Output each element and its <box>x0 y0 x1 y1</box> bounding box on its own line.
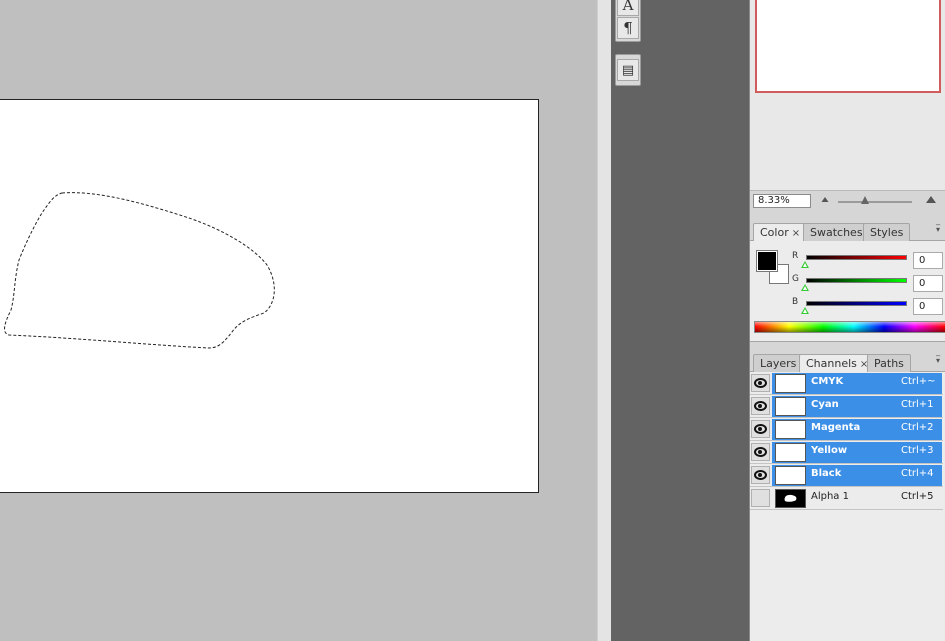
red-value-field[interactable]: 0 <box>913 252 943 269</box>
navigator-panel <box>750 0 945 190</box>
tab-color-label: Color <box>760 226 789 239</box>
panel-menu-icon[interactable]: ‒ ▾ <box>933 352 943 365</box>
zoom-out-mountain-icon[interactable] <box>821 197 829 202</box>
blue-slider-thumb[interactable] <box>801 307 809 314</box>
channel-thumbnail <box>775 397 806 416</box>
green-slider-row: G 0 <box>790 274 944 296</box>
close-icon[interactable]: × <box>792 228 800 239</box>
blue-value-field[interactable]: 0 <box>913 298 943 315</box>
red-slider-track[interactable] <box>806 255 907 260</box>
color-spectrum-ramp[interactable] <box>754 321 945 333</box>
visibility-toggle[interactable] <box>751 420 770 438</box>
green-slider-thumb[interactable] <box>801 284 809 291</box>
green-slider-track[interactable] <box>806 278 907 283</box>
channel-thumbnail <box>775 374 806 393</box>
zoom-in-mountain-icon[interactable] <box>926 196 936 203</box>
channel-row-cyan[interactable]: Cyan Ctrl+1 <box>750 395 943 418</box>
tab-layers[interactable]: Layers <box>753 354 804 372</box>
red-slider-row: R 0 <box>790 251 944 273</box>
eye-icon <box>754 378 767 388</box>
marquee-selection[interactable] <box>0 100 540 494</box>
alpha-mask-shape <box>784 494 797 502</box>
zoom-slider-track[interactable] <box>838 201 912 203</box>
tool-presets-icon[interactable]: ▤ <box>617 59 639 81</box>
color-panel: R 0 G 0 B 0 <box>750 241 945 342</box>
channel-row-magenta[interactable]: Magenta Ctrl+2 <box>750 418 943 441</box>
tab-swatches-label: Swatches <box>810 226 863 239</box>
visibility-toggle[interactable] <box>751 397 770 415</box>
channel-shortcut: Ctrl+1 <box>901 399 934 410</box>
channel-name: Cyan <box>811 399 839 410</box>
character-panel-icon[interactable]: A <box>617 0 639 16</box>
panel-menu-icon[interactable]: ‒ ▾ <box>933 221 943 234</box>
red-label: R <box>792 251 799 261</box>
document-workspace <box>0 0 597 641</box>
channel-thumbnail <box>775 466 806 485</box>
spectrum-shade <box>755 322 945 332</box>
channel-name: CMYK <box>811 376 844 387</box>
channel-row-alpha-1[interactable]: Alpha 1 Ctrl+5 <box>750 487 943 510</box>
green-label: G <box>792 274 799 284</box>
blue-slider-track[interactable] <box>806 301 907 306</box>
channel-row-yellow[interactable]: Yellow Ctrl+3 <box>750 441 943 464</box>
zoom-input[interactable]: 8.33% <box>753 194 811 208</box>
right-panels: 8.33% Color × Swatches Styles ‒ ▾ R 0 G 0 … <box>749 0 945 641</box>
channel-thumbnail <box>775 443 806 462</box>
tab-paths-label: Paths <box>874 357 904 370</box>
channel-name: Black <box>811 468 842 479</box>
workspace-scroll-divider <box>597 0 611 641</box>
selection-outline <box>4 192 275 349</box>
blue-label: B <box>792 297 799 307</box>
channel-shortcut: Ctrl+2 <box>901 422 934 433</box>
foreground-color-swatch[interactable] <box>756 250 778 272</box>
channel-main[interactable]: Cyan Ctrl+1 <box>772 396 942 417</box>
channel-name: Yellow <box>811 445 848 456</box>
channel-thumbnail <box>775 420 806 439</box>
document-canvas[interactable] <box>0 99 539 493</box>
paragraph-panel-icon[interactable]: ¶ <box>617 17 639 39</box>
blue-slider-row: B 0 <box>790 297 944 319</box>
tab-color[interactable]: Color × <box>753 223 808 242</box>
channel-main[interactable]: CMYK Ctrl+~ <box>772 373 942 394</box>
color-panel-tabs: Color × Swatches Styles ‒ ▾ <box>750 219 945 242</box>
visibility-toggle[interactable] <box>751 489 770 507</box>
channel-main[interactable]: Alpha 1 Ctrl+5 <box>772 488 942 509</box>
tab-channels[interactable]: Channels × <box>799 354 876 373</box>
navigator-view-box[interactable] <box>755 0 941 93</box>
panel-dock: A ¶ ▤ <box>611 0 749 641</box>
channel-shortcut: Ctrl+3 <box>901 445 934 456</box>
presets-panels-group: ▤ <box>615 54 641 86</box>
channel-shortcut: Ctrl+5 <box>901 491 934 502</box>
channel-shortcut: Ctrl+4 <box>901 468 934 479</box>
red-slider-thumb[interactable] <box>801 261 809 268</box>
eye-icon <box>754 470 767 480</box>
green-value-field[interactable]: 0 <box>913 275 943 292</box>
channel-name: Alpha 1 <box>811 491 849 502</box>
eye-icon <box>754 447 767 457</box>
tab-channels-label: Channels <box>806 357 857 370</box>
tab-layers-label: Layers <box>760 357 797 370</box>
tab-styles-label: Styles <box>870 226 904 239</box>
channel-thumbnail <box>775 489 806 508</box>
channels-panel-tabs: Layers Channels × Paths ‒ ▾ <box>750 350 945 373</box>
channel-shortcut: Ctrl+~ <box>901 376 936 387</box>
channel-main[interactable]: Black Ctrl+4 <box>772 465 942 486</box>
channel-row-black[interactable]: Black Ctrl+4 <box>750 464 943 487</box>
eye-icon <box>754 424 767 434</box>
text-panels-group: A ¶ <box>615 0 641 42</box>
eye-icon <box>754 401 767 411</box>
tab-swatches[interactable]: Swatches <box>803 223 870 241</box>
channel-name: Magenta <box>811 422 861 433</box>
channel-main[interactable]: Yellow Ctrl+3 <box>772 442 942 463</box>
visibility-toggle[interactable] <box>751 374 770 392</box>
channels-panel: CMYK Ctrl+~ Cyan Ctrl+1 Magenta Ctrl+2 Y… <box>750 372 945 641</box>
navigator-zoom-controls: 8.33% <box>750 190 945 211</box>
tab-paths[interactable]: Paths <box>867 354 911 372</box>
channel-row-cmyk[interactable]: CMYK Ctrl+~ <box>750 372 943 395</box>
visibility-toggle[interactable] <box>751 466 770 484</box>
channel-main[interactable]: Magenta Ctrl+2 <box>772 419 942 440</box>
visibility-toggle[interactable] <box>751 443 770 461</box>
tab-styles[interactable]: Styles <box>863 223 911 241</box>
zoom-slider-thumb[interactable] <box>861 196 869 204</box>
